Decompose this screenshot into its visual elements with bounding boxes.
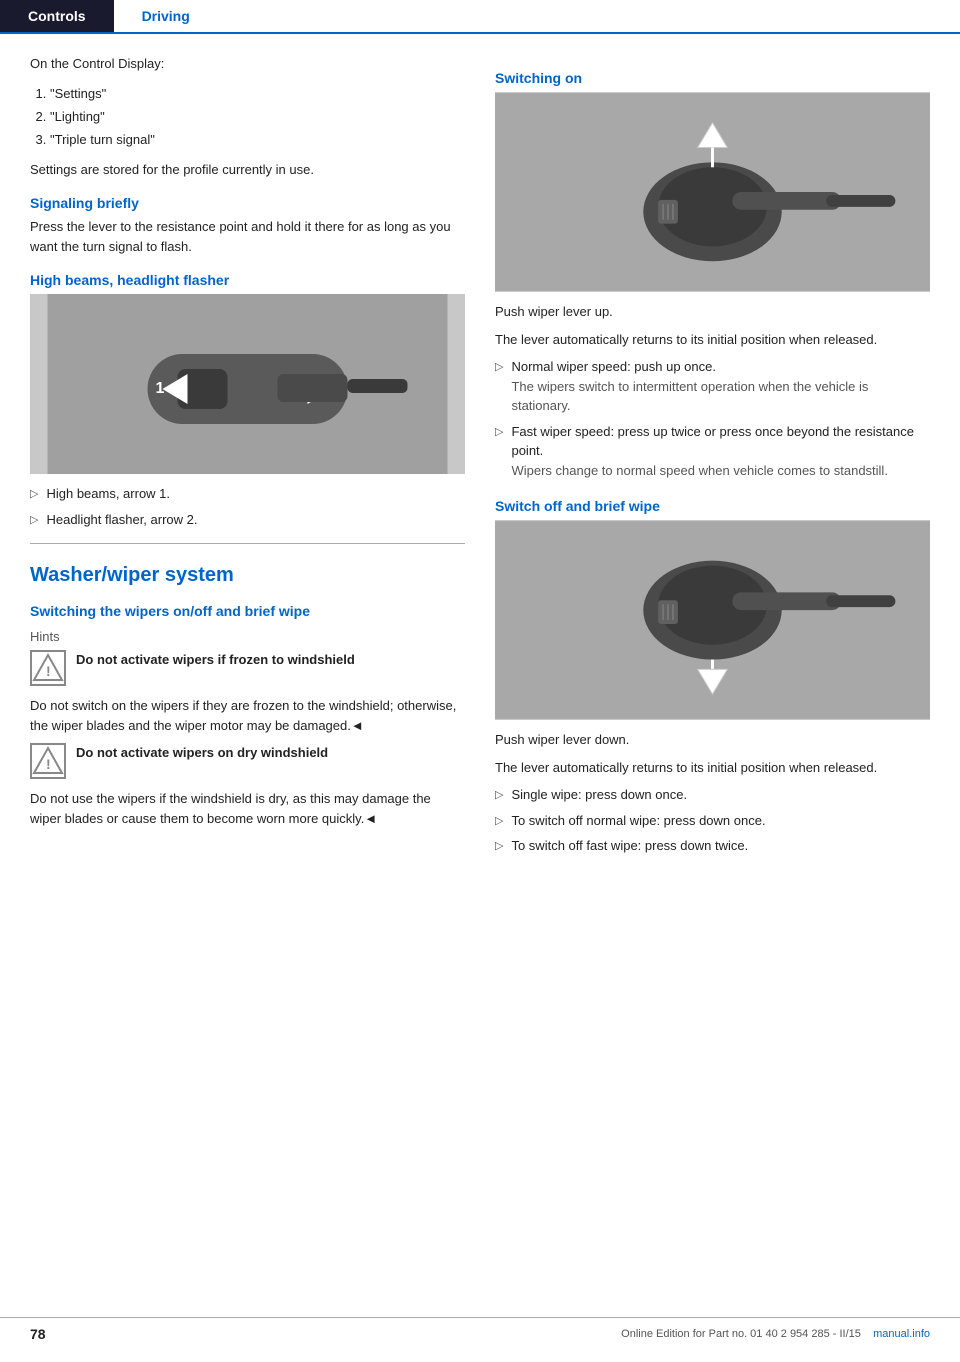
- signaling-briefly-text: Press the lever to the resistance point …: [30, 217, 465, 256]
- fast-wiper-bullet: ▷ Fast wiper speed: press up twice or pr…: [495, 422, 930, 481]
- header-tabs: Controls Driving: [0, 0, 960, 34]
- settings-note: Settings are stored for the profile curr…: [30, 160, 465, 180]
- high-beams-bullet-2: ▷ Headlight flasher, arrow 2.: [30, 510, 465, 530]
- hint-box-2: ! Do not activate wipers on dry windshie…: [30, 743, 465, 779]
- washer-title: Washer/wiper system: [30, 564, 465, 587]
- tab-controls[interactable]: Controls: [0, 0, 114, 32]
- main-content: On the Control Display: "Settings" "Ligh…: [0, 34, 960, 882]
- step-1: "Settings": [50, 82, 465, 105]
- page-number: 78: [30, 1326, 46, 1342]
- warning-icon-1: !: [30, 650, 66, 686]
- switching-on-diagram: [495, 92, 930, 292]
- step-3: "Triple turn signal": [50, 128, 465, 151]
- footer-info: Online Edition for Part no. 01 40 2 954 …: [621, 1328, 930, 1340]
- bullet-arrow-icon-3: ▷: [495, 359, 503, 416]
- high-beams-title: High beams, headlight flasher: [30, 272, 465, 288]
- hint-box-1: ! Do not activate wipers if frozen to wi…: [30, 650, 465, 686]
- switch-off-title: Switch off and brief wipe: [495, 498, 930, 514]
- page-footer: 78 Online Edition for Part no. 01 40 2 9…: [0, 1317, 960, 1342]
- switching-on-title: Switching on: [495, 70, 930, 86]
- warning-icon-2: !: [30, 743, 66, 779]
- svg-text:!: !: [46, 663, 51, 679]
- steps-list: "Settings" "Lighting" "Triple turn signa…: [50, 82, 465, 152]
- push-down-text: Push wiper lever down.: [495, 730, 930, 750]
- high-beams-bullet-1: ▷ High beams, arrow 1.: [30, 484, 465, 504]
- svg-text:1: 1: [156, 380, 165, 397]
- switch-off-fast-bullet: ▷ To switch off fast wipe: press down tw…: [495, 836, 930, 856]
- hint-1-text: Do not activate wipers if frozen to wind…: [76, 650, 465, 670]
- left-column: On the Control Display: "Settings" "Ligh…: [30, 54, 465, 862]
- lever-returns-text-2: The lever automatically returns to its i…: [495, 758, 930, 778]
- hint-2-text: Do not activate wipers on dry windshield: [76, 743, 465, 763]
- hint-1-detail: Do not switch on the wipers if they are …: [30, 696, 465, 735]
- bullet-arrow-icon-7: ▷: [495, 838, 503, 856]
- push-up-text: Push wiper lever up.: [495, 302, 930, 322]
- bullet-arrow-icon: ▷: [30, 486, 38, 504]
- single-wipe-bullet: ▷ Single wipe: press down once.: [495, 785, 930, 805]
- bullet-arrow-icon-2: ▷: [30, 512, 38, 530]
- step-2: "Lighting": [50, 105, 465, 128]
- bullet-arrow-icon-6: ▷: [495, 813, 503, 831]
- hints-title: Hints: [30, 629, 465, 644]
- hint-2-detail: Do not use the wipers if the windshield …: [30, 789, 465, 828]
- svg-text:!: !: [46, 756, 51, 772]
- intro-text: On the Control Display:: [30, 54, 465, 74]
- switching-on-image: [495, 92, 930, 292]
- divider-1: [30, 543, 465, 544]
- switching-wipers-title: Switching the wipers on/off and brief wi…: [30, 603, 465, 619]
- bullet-arrow-icon-5: ▷: [495, 787, 503, 805]
- high-beams-image: 1 2: [30, 294, 465, 474]
- bullet-arrow-icon-4: ▷: [495, 424, 503, 481]
- switch-off-diagram: [495, 520, 930, 720]
- lever-returns-text: The lever automatically returns to its i…: [495, 330, 930, 350]
- right-column: Switching on Push wiper lever: [495, 54, 930, 862]
- switch-off-normal-bullet: ▷ To switch off normal wipe: press down …: [495, 811, 930, 831]
- normal-wiper-bullet: ▷ Normal wiper speed: push up once. The …: [495, 357, 930, 416]
- switch-off-image: [495, 520, 930, 720]
- tab-driving[interactable]: Driving: [114, 0, 218, 32]
- high-beams-diagram: 1 2: [30, 294, 465, 474]
- signaling-briefly-title: Signaling briefly: [30, 195, 465, 211]
